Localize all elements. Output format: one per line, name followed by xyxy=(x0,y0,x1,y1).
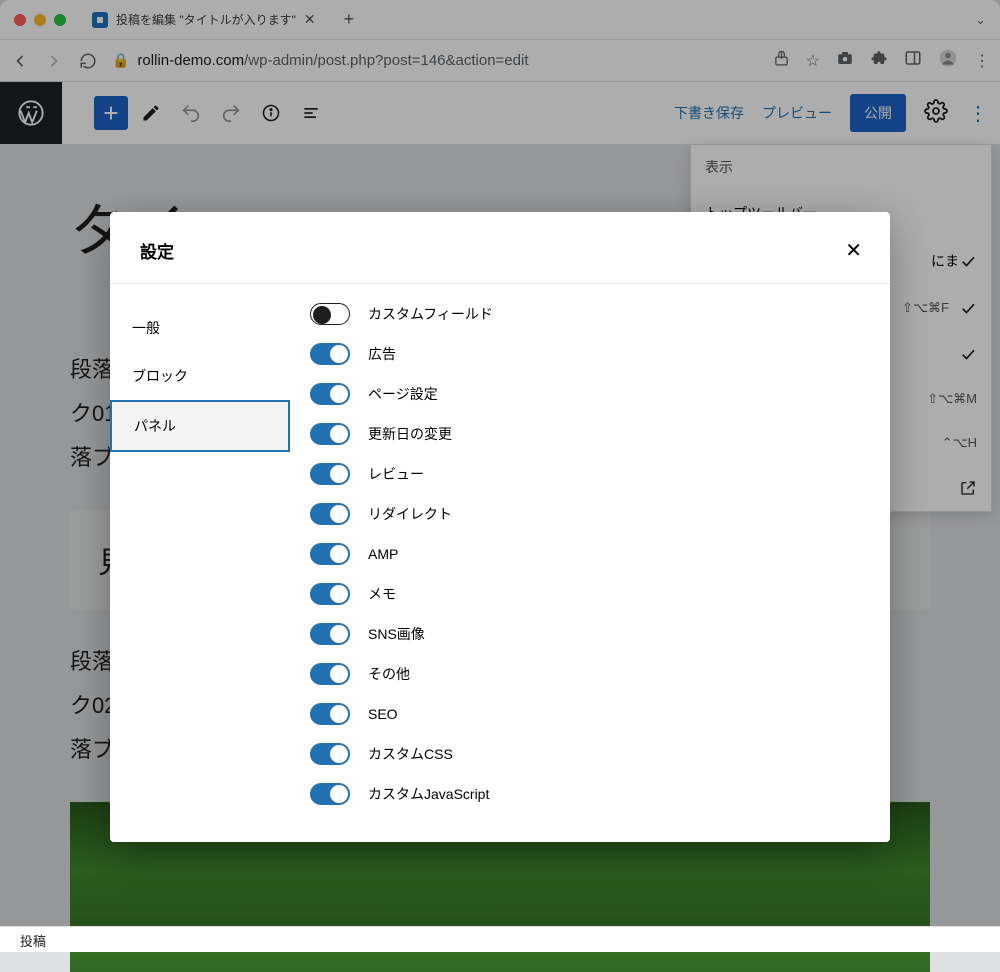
panel-toggle[interactable] xyxy=(310,383,350,405)
panel-toggle-list: カスタムフィールド広告ページ設定更新日の変更レビューリダイレクト AMP メモ SNS… xyxy=(290,284,890,814)
panel-toggle-label: その他 xyxy=(368,664,410,684)
status-text: 投稿 xyxy=(20,934,46,949)
panel-toggle[interactable] xyxy=(310,703,350,725)
panel-toggle[interactable] xyxy=(310,303,350,325)
panel-toggle-label: メモ xyxy=(368,584,396,604)
panel-toggle[interactable] xyxy=(310,543,350,565)
panel-toggle[interactable] xyxy=(310,343,350,365)
panel-toggle-row: SNS画像 xyxy=(310,614,870,654)
panel-toggle-label: ページ設定 xyxy=(368,384,438,404)
panel-toggle-row: 更新日の変更 xyxy=(310,414,870,454)
panel-toggle[interactable] xyxy=(310,503,350,525)
preferences-modal: 設定 ✕ 一般ブロックパネル カスタムフィールド広告ページ設定更新日の変更レビュ… xyxy=(110,212,890,842)
panel-toggle-label: 広告 xyxy=(368,344,396,364)
panel-toggle-row: 広告 xyxy=(310,334,870,374)
panel-toggle-label: 更新日の変更 xyxy=(368,424,452,444)
panel-toggle-row: メモ xyxy=(310,574,870,614)
modal-title: 設定 xyxy=(140,238,174,263)
status-bar: 投稿 xyxy=(0,926,1000,952)
modal-tabs: 一般ブロックパネル xyxy=(110,284,290,814)
panel-toggle-row: カスタムCSS xyxy=(310,734,870,774)
panel-toggle-row: AMP xyxy=(310,534,870,574)
panel-toggle[interactable] xyxy=(310,743,350,765)
panel-toggle-row: カスタムJavaScript xyxy=(310,774,870,814)
panel-toggle[interactable] xyxy=(310,663,350,685)
panel-toggle[interactable] xyxy=(310,583,350,605)
panel-toggle-label: カスタムフィールド xyxy=(368,304,493,324)
panel-toggle[interactable] xyxy=(310,463,350,485)
modal-tab-panel[interactable]: パネル xyxy=(110,400,290,452)
panel-toggle-label: レビュー xyxy=(368,464,424,484)
panel-toggle-row: ページ設定 xyxy=(310,374,870,414)
panel-toggle-row: カスタムフィールド xyxy=(310,294,870,334)
panel-toggle-label: リダイレクト xyxy=(368,504,452,524)
panel-toggle-label: SEO xyxy=(368,706,398,722)
panel-toggle-label: SNS画像 xyxy=(368,624,425,644)
panel-toggle-label: カスタムJavaScript xyxy=(368,784,489,804)
panel-toggle-row: その他 xyxy=(310,654,870,694)
panel-toggle-label: AMP xyxy=(368,546,398,562)
panel-toggle[interactable] xyxy=(310,783,350,805)
panel-toggle[interactable] xyxy=(310,423,350,445)
panel-toggle[interactable] xyxy=(310,623,350,645)
panel-toggle-label: カスタムCSS xyxy=(368,744,453,764)
panel-toggle-row: レビュー xyxy=(310,454,870,494)
panel-toggle-row: SEO xyxy=(310,694,870,734)
modal-tab-block[interactable]: ブロック xyxy=(110,352,290,400)
modal-tab-general[interactable]: 一般 xyxy=(110,304,290,352)
panel-toggle-row: リダイレクト xyxy=(310,494,870,534)
close-modal-button[interactable]: ✕ xyxy=(845,238,862,263)
